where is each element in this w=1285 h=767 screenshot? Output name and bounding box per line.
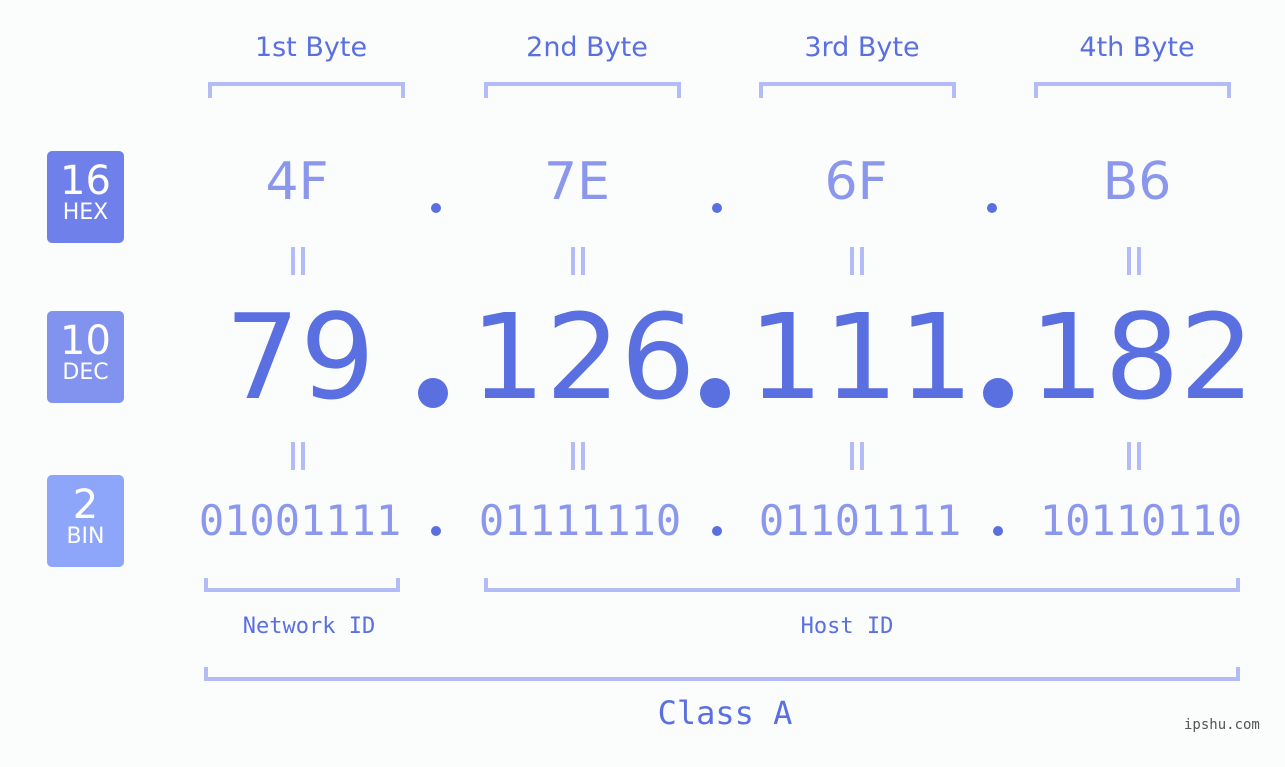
- dec-byte-3: 111: [748, 288, 974, 426]
- bin-dot-1: [431, 526, 441, 536]
- bin-byte-3: 01101111: [758, 496, 962, 545]
- dec-dot-1: [418, 378, 448, 408]
- bin-dot-2: [712, 526, 722, 536]
- hex-dot-1: [431, 203, 441, 213]
- dec-byte-4: 182: [1029, 288, 1255, 426]
- hex-dot-3: [987, 203, 997, 213]
- dec-byte-1: 79: [224, 288, 376, 426]
- equals-icon: [847, 442, 867, 470]
- hex-badge: 16 HEX: [47, 151, 124, 243]
- equals-icon: [847, 247, 867, 275]
- equals-icon: [568, 442, 588, 470]
- byte-header-1: 1st Byte: [254, 32, 368, 63]
- equals-icon: [1124, 247, 1144, 275]
- dec-badge: 10 DEC: [47, 311, 124, 403]
- hex-byte-1: 4F: [265, 152, 329, 212]
- equals-icon: [568, 247, 588, 275]
- bin-byte-4: 10110110: [1039, 496, 1243, 545]
- host-id-bracket: [484, 578, 1240, 592]
- bin-dot-3: [993, 526, 1003, 536]
- hex-byte-4: B6: [1102, 152, 1172, 212]
- class-label: Class A: [657, 694, 793, 732]
- byte-bracket-3: [759, 82, 956, 98]
- hex-byte-2: 7E: [544, 152, 610, 212]
- equals-icon: [288, 442, 308, 470]
- host-id-label: Host ID: [800, 614, 894, 639]
- hex-label: HEX: [62, 200, 109, 225]
- dec-base: 10: [60, 318, 111, 364]
- network-id-bracket: [204, 578, 400, 592]
- equals-icon: [1124, 442, 1144, 470]
- byte-header-2: 2nd Byte: [526, 32, 648, 63]
- bin-byte-1: 01001111: [198, 496, 402, 545]
- hex-dot-2: [712, 203, 722, 213]
- hex-byte-3: 6F: [824, 152, 888, 212]
- dec-dot-3: [983, 378, 1013, 408]
- byte-bracket-2: [484, 82, 681, 98]
- bin-byte-2: 01111110: [478, 496, 682, 545]
- dec-label: DEC: [62, 360, 109, 385]
- watermark: ipshu.com: [1184, 717, 1260, 733]
- bin-label: BIN: [66, 524, 105, 549]
- byte-header-4: 4th Byte: [1079, 32, 1195, 63]
- network-id-label: Network ID: [242, 614, 376, 639]
- equals-icon: [288, 247, 308, 275]
- dec-byte-2: 126: [470, 288, 696, 426]
- bin-badge: 2 BIN: [47, 475, 124, 567]
- class-bracket: [204, 667, 1240, 681]
- byte-bracket-4: [1034, 82, 1231, 98]
- bin-base: 2: [72, 482, 99, 528]
- dec-dot-2: [700, 378, 730, 408]
- byte-bracket-1: [208, 82, 405, 98]
- byte-header-3: 3rd Byte: [804, 32, 920, 63]
- hex-base: 16: [60, 158, 111, 204]
